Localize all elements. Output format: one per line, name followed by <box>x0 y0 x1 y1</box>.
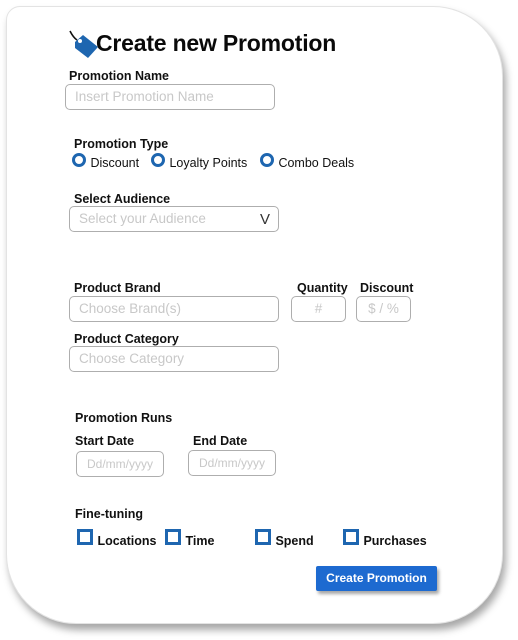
chevron-down-icon: V <box>259 211 270 228</box>
checkbox-purchases[interactable]: Purchases <box>343 529 427 550</box>
audience-placeholder: Select your Audience <box>79 211 206 226</box>
checkbox-icon <box>255 529 271 545</box>
radio-loyalty-points[interactable]: Loyalty Points <box>151 153 247 172</box>
checkbox-spend[interactable]: Spend <box>255 529 314 550</box>
radio-discount-label: Discount <box>90 156 140 170</box>
radio-discount[interactable]: Discount <box>72 153 139 172</box>
quantity-label: Quantity <box>297 281 348 295</box>
promotion-type-label: Promotion Type <box>74 137 169 151</box>
promotion-name-label: Promotion Name <box>69 69 170 83</box>
start-date-label: Start Date <box>75 434 135 448</box>
radio-combo-deals-label: Combo Deals <box>278 156 355 170</box>
checkbox-time[interactable]: Time <box>165 529 214 550</box>
fine-tuning-label: Fine-tuning <box>75 507 144 521</box>
price-tag-icon <box>69 30 98 58</box>
checkbox-icon <box>165 529 181 545</box>
discount-input[interactable]: $ / % <box>356 296 411 322</box>
create-promotion-button[interactable]: Create Promotion <box>316 566 437 591</box>
audience-select[interactable]: Select your Audience V <box>69 206 279 232</box>
radio-button-icon <box>260 153 274 167</box>
promotion-name-input[interactable]: Insert Promotion Name <box>65 84 275 110</box>
radio-button-icon <box>72 153 86 167</box>
checkbox-locations-label: Locations <box>97 534 157 548</box>
radio-combo-deals[interactable]: Combo Deals <box>260 153 354 172</box>
promotion-runs-label: Promotion Runs <box>75 411 173 425</box>
start-date-input[interactable]: Dd/mm/yyyy <box>76 451 164 477</box>
checkbox-purchases-label: Purchases <box>363 534 427 548</box>
radio-button-icon <box>151 153 165 167</box>
quantity-input[interactable]: # <box>291 296 346 322</box>
page-title: Create new Promotion <box>96 30 337 56</box>
select-audience-label: Select Audience <box>74 192 171 206</box>
end-date-input[interactable]: Dd/mm/yyyy <box>188 450 276 476</box>
product-brand-input[interactable]: Choose Brand(s) <box>69 296 279 322</box>
discount-label: Discount <box>360 281 414 295</box>
checkbox-icon <box>77 529 93 545</box>
product-brand-label: Product Brand <box>74 281 161 295</box>
product-category-label: Product Category <box>74 332 179 346</box>
radio-loyalty-points-label: Loyalty Points <box>169 156 248 170</box>
checkbox-icon <box>343 529 359 545</box>
product-category-input[interactable]: Choose Category <box>69 346 279 372</box>
end-date-label: End Date <box>193 434 248 448</box>
checkbox-spend-label: Spend <box>275 534 314 548</box>
checkbox-time-label: Time <box>185 534 215 548</box>
checkbox-locations[interactable]: Locations <box>77 529 157 550</box>
